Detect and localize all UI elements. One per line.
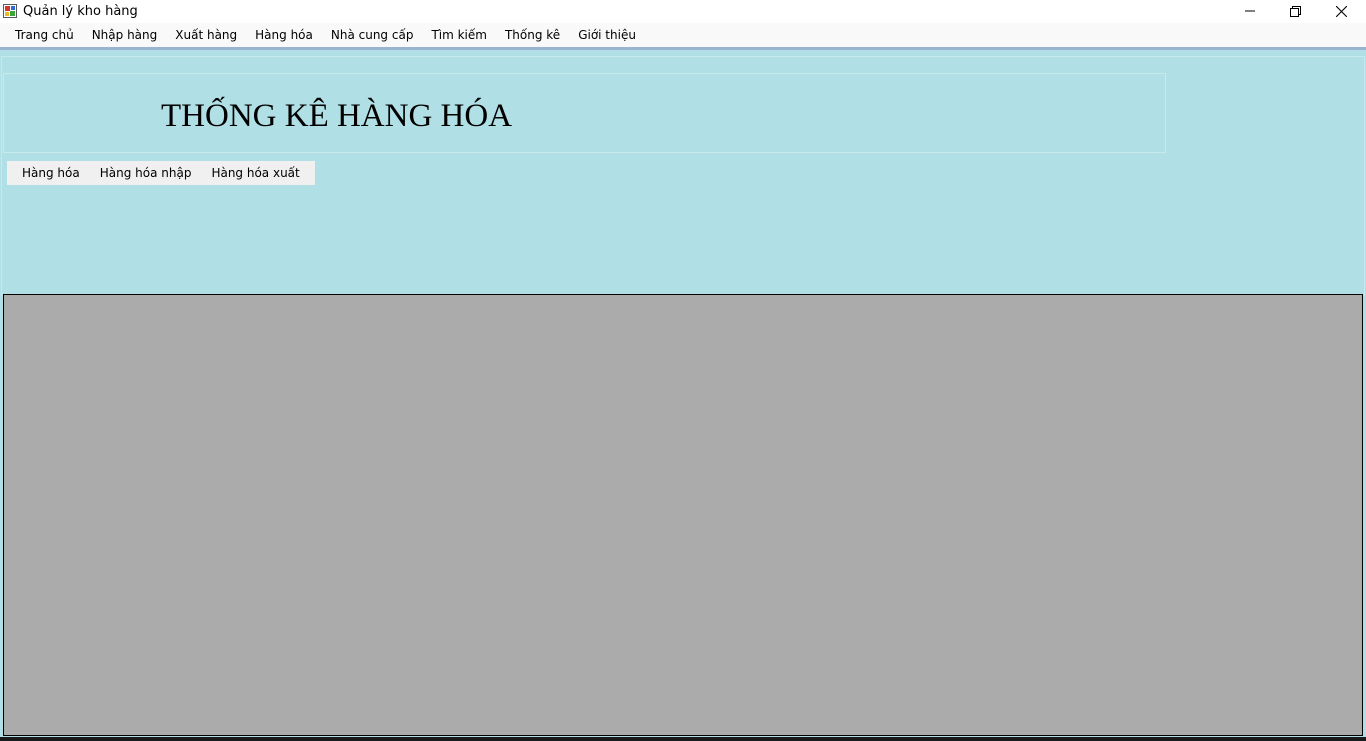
tab-hang-hoa-xuat[interactable]: Hàng hóa xuất (201, 162, 309, 184)
window-title: Quản lý kho hàng (23, 4, 138, 19)
minimize-icon (1245, 10, 1255, 12)
menu-item-tim-kiem[interactable]: Tìm kiếm (422, 24, 496, 46)
page-title: THỐNG KÊ HÀNG HÓA (161, 98, 513, 134)
menu-item-nha-cung-cap[interactable]: Nhà cung cấp (322, 24, 423, 46)
restore-button[interactable] (1272, 0, 1318, 22)
minimize-button[interactable] (1227, 0, 1273, 22)
tab-hang-hoa-nhap[interactable]: Hàng hóa nhập (90, 162, 202, 184)
menu-bar: Trang chủ Nhập hàng Xuất hàng Hàng hóa N… (0, 23, 1366, 47)
data-grid[interactable] (3, 294, 1363, 736)
statistics-tabs: Hàng hóa Hàng hóa nhập Hàng hóa xuất (7, 161, 315, 185)
heading-panel: THỐNG KÊ HÀNG HÓA (3, 73, 1166, 153)
tab-hang-hoa[interactable]: Hàng hóa (12, 162, 90, 184)
title-bar: Quản lý kho hàng (0, 0, 1366, 23)
menu-item-trang-chu[interactable]: Trang chủ (6, 24, 83, 46)
close-icon (1335, 5, 1347, 17)
menu-item-hang-hoa[interactable]: Hàng hóa (246, 24, 322, 46)
restore-icon (1289, 5, 1301, 17)
menu-item-xuat-hang[interactable]: Xuất hàng (166, 24, 246, 46)
menu-item-thong-ke[interactable]: Thống kê (496, 24, 569, 46)
app-window-icon (3, 4, 17, 18)
taskbar-edge (0, 737, 1366, 741)
menu-item-nhap-hang[interactable]: Nhập hàng (83, 24, 167, 46)
statistics-panel: THỐNG KÊ HÀNG HÓA Hàng hóa Hàng hóa nhập… (0, 50, 1366, 741)
close-button[interactable] (1318, 0, 1364, 22)
menu-item-gioi-thieu[interactable]: Giới thiệu (569, 24, 645, 46)
